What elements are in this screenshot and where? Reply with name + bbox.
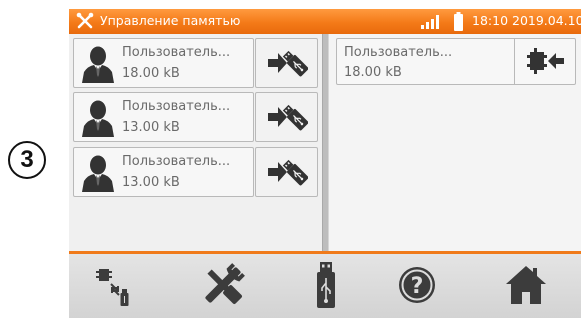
screen-title: Управление памятью <box>100 13 241 28</box>
export-to-usb-icon <box>268 50 308 77</box>
import-to-memory-icon <box>527 48 564 74</box>
memory-entry-name: Пользователь... <box>122 154 231 169</box>
device-screen: Управление памятью 18:10 2019.04.10 Поль… <box>69 9 581 318</box>
user-icon <box>82 155 114 192</box>
user-icon <box>82 100 114 137</box>
step-callout: 3 <box>8 141 46 179</box>
help-icon: ? <box>399 267 435 303</box>
memory-entry-size: 18.00 kB <box>122 66 180 81</box>
home-icon <box>506 266 546 304</box>
export-to-usb-icon <box>268 104 308 131</box>
svg-text:?: ? <box>411 274 424 299</box>
step-number: 3 <box>20 146 34 173</box>
memory-entry-card[interactable]: Пользователь... 18.00 kB <box>73 38 254 88</box>
user-icon <box>82 46 114 83</box>
device-entry-card[interactable]: Пользователь... 18.00 kB <box>336 38 576 85</box>
memory-entry-card[interactable]: Пользователь... 13.00 kB <box>73 147 254 197</box>
pane-splitter[interactable] <box>322 34 329 251</box>
tools-icon <box>76 12 94 29</box>
memory-list: Пользователь... 18.00 kB Пользователь...… <box>69 34 322 251</box>
memory-list-item: Пользователь... 13.00 kB <box>73 92 318 142</box>
memory-entry-name: Пользователь... <box>122 99 231 114</box>
export-to-usb-button[interactable] <box>255 38 318 88</box>
memory-entry-name: Пользователь... <box>122 45 231 60</box>
memory-list-item: Пользователь... 18.00 kB <box>73 38 318 88</box>
export-to-usb-icon <box>268 159 308 186</box>
memory-usb-transfer-button[interactable] <box>83 260 147 316</box>
settings-button[interactable] <box>191 260 255 316</box>
signal-icon <box>421 15 439 29</box>
battery-icon <box>454 12 463 31</box>
tools-icon <box>205 263 245 304</box>
memory-entry-size: 13.00 kB <box>122 175 180 190</box>
device-entry-size: 18.00 kB <box>344 65 402 80</box>
bottom-toolbar: ? <box>69 251 581 318</box>
device-memory-panel: Пользователь... 18.00 kB <box>329 34 581 251</box>
usb-button[interactable] <box>294 260 358 316</box>
import-to-memory-button[interactable] <box>514 39 577 84</box>
export-to-usb-button[interactable] <box>255 92 318 142</box>
device-entry-name: Пользователь... <box>344 45 453 60</box>
export-to-usb-button[interactable] <box>255 147 318 197</box>
clock: 18:10 2019.04.10 <box>472 13 581 28</box>
home-button[interactable] <box>494 260 558 316</box>
usb-stick-icon <box>317 262 335 308</box>
title-bar: Управление памятью 18:10 2019.04.10 <box>69 9 581 34</box>
help-button[interactable]: ? <box>385 260 449 316</box>
memory-entry-size: 13.00 kB <box>122 120 180 135</box>
memory-entry-card[interactable]: Пользователь... 13.00 kB <box>73 92 254 142</box>
memory-usb-transfer-icon <box>96 269 129 306</box>
memory-list-item: Пользователь... 13.00 kB <box>73 147 318 197</box>
